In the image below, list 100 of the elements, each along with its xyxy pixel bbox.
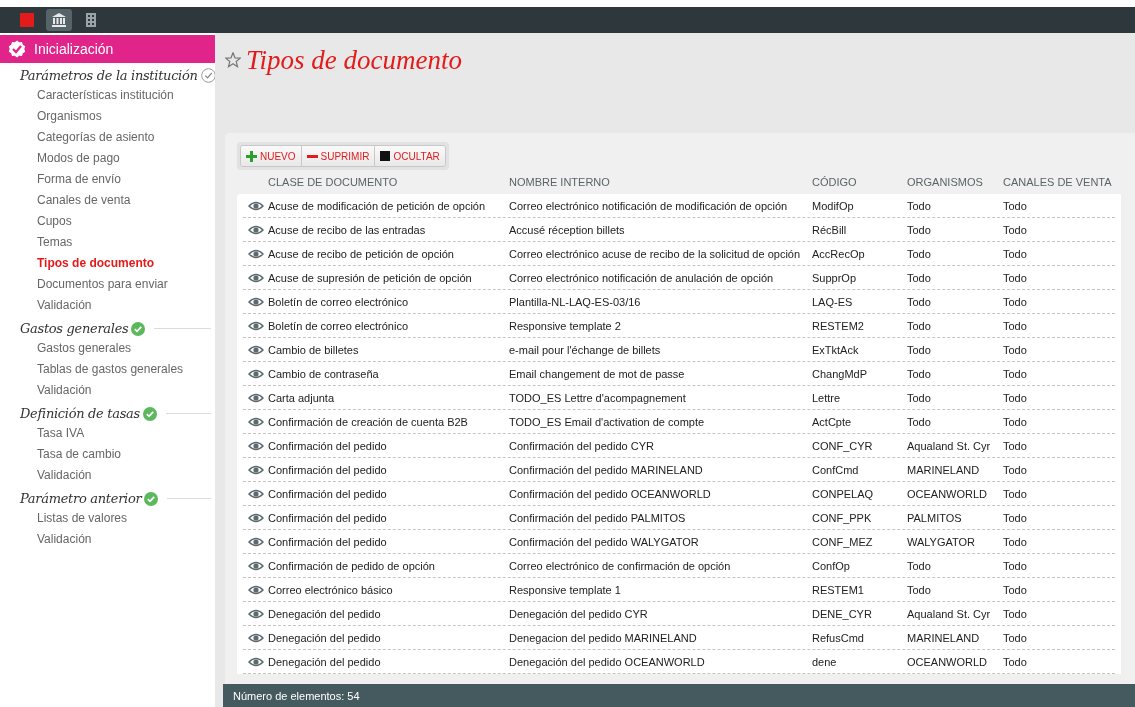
eye-icon[interactable] (248, 463, 264, 476)
eye-icon[interactable] (248, 223, 264, 236)
sidebar-item[interactable]: Documentos para enviar (0, 274, 215, 295)
table-cell-text: Todo (1003, 583, 1028, 596)
table-cell-text: Todo (907, 559, 932, 572)
sidebar-item[interactable]: Tasa IVA (0, 423, 215, 444)
eye-icon[interactable] (248, 415, 264, 428)
table-cell-text: Denegación del pedido (268, 631, 382, 644)
table-cell-text: Todo (907, 367, 932, 380)
table-cell-text: MARINELAND (907, 463, 981, 476)
sidebar-item[interactable]: Validación (0, 529, 215, 550)
table-cell-text: Denegación del pedido CYR (509, 607, 649, 620)
hide-button[interactable]: OCULTAR (375, 146, 445, 166)
eye-icon[interactable] (248, 655, 264, 668)
eye-icon[interactable] (248, 511, 264, 524)
table-cell-text: Acuse de recibo de petición de opción (268, 247, 455, 260)
eye-icon[interactable] (248, 535, 264, 548)
table-cell-text: Confirmación del pedido PALMITOS (509, 511, 687, 524)
table-cell-text: Todo (907, 223, 932, 236)
eye-icon[interactable] (248, 271, 264, 284)
sidebar-item[interactable]: Gastos generales (0, 338, 215, 359)
sidebar-item[interactable]: Validación (0, 380, 215, 401)
eye-icon[interactable] (248, 295, 264, 308)
sidebar-item[interactable]: Modos de pago (0, 148, 215, 169)
column-header[interactable]: NOMBRE INTERNO (509, 176, 812, 188)
eye-icon[interactable] (248, 487, 264, 500)
table-cell-text: Todo (1003, 319, 1028, 332)
sidebar-item[interactable]: Características institución (0, 85, 215, 106)
table-cell-text: ConfOp (812, 559, 851, 572)
table-cell-text: CONPELAQ (812, 487, 875, 500)
eye-icon[interactable] (248, 367, 264, 380)
table-cell-text: ActCpte (812, 415, 853, 428)
table-cell-text: e-mail pour l'échange de billets (509, 343, 662, 356)
sidebar-item[interactable]: Organismos (0, 106, 215, 127)
table-cell-text: Acuse de modificación de petición de opción (268, 199, 487, 212)
table-cell-text: Todo (1003, 655, 1028, 668)
table-cell-text: Todo (907, 319, 932, 332)
table-cell-text: PALMITOS (907, 511, 963, 524)
eye-icon[interactable] (248, 439, 264, 452)
eye-icon[interactable] (248, 247, 264, 260)
table-cell-text: Email changement de mot de passe (509, 367, 686, 380)
delete-button[interactable]: SUPRIMIR (301, 146, 376, 166)
sidebar-item[interactable]: Tasa de cambio (0, 444, 215, 465)
sidebar-item[interactable]: Cupos (0, 211, 215, 232)
sidebar-item[interactable]: Forma de envío (0, 169, 215, 190)
sidebar-item[interactable]: Tablas de gastos generales (0, 359, 215, 380)
table-cell-text: RefusCmd (812, 631, 865, 644)
table-cell-text: RESTEM1 (812, 583, 865, 596)
table-cell-text: Todo (907, 391, 932, 404)
eye-icon[interactable] (248, 583, 264, 596)
sidebar-item[interactable]: Tipos de documento (0, 253, 215, 274)
sidebar-item[interactable]: Listas de valores (0, 508, 215, 529)
table-cell-text: Aqualand St. Cyr (907, 607, 992, 620)
table-cell-text: Todo (1003, 439, 1028, 452)
table-cell-text: ConfCmd (812, 463, 860, 476)
table-cell-text: Todo (907, 247, 932, 260)
section-heading: Parámetros de la institución (20, 68, 198, 83)
table-cell-text: Confirmación de creación de cuenta B2B (268, 415, 469, 428)
eye-icon[interactable] (248, 199, 264, 212)
table-cell-text: Todo (907, 199, 932, 212)
eye-icon[interactable] (248, 559, 264, 572)
column-header[interactable]: CANALES DE VENTA (1003, 176, 1123, 188)
sidebar-item[interactable]: Categorías de asiento (0, 127, 215, 148)
table-cell-text: CONF_CYR (812, 439, 874, 452)
eye-icon[interactable] (248, 319, 264, 332)
column-header[interactable]: ORGANISMOS (907, 176, 1003, 188)
table-cell-text: Todo (1003, 223, 1028, 236)
sidebar-item[interactable]: Temas (0, 232, 215, 253)
table-cell-text: LAQ-ES (812, 295, 854, 308)
sidebar-item[interactable]: Validación (0, 465, 215, 486)
eye-icon[interactable] (248, 391, 264, 404)
star-icon[interactable] (225, 52, 241, 68)
table-cell-text: Cambio de billetes (268, 343, 360, 356)
init-header[interactable]: Inicialización (0, 35, 215, 63)
table-cell-text: Todo (1003, 631, 1028, 644)
column-header[interactable]: CLASE DE DOCUMENTO (268, 176, 509, 188)
table-cell-text: Responsive template 2 (509, 319, 622, 332)
institution-button[interactable] (46, 9, 72, 31)
new-button[interactable]: NUEVO (241, 146, 302, 166)
table-cell-text: Confirmación del pedido OCEANWORLD (509, 487, 712, 500)
sidebar-item[interactable]: Canales de venta (0, 190, 215, 211)
eye-icon[interactable] (248, 343, 264, 356)
sidebar-item[interactable]: Validación (0, 295, 215, 316)
table-cell-text: Aqualand St. Cyr (907, 439, 992, 452)
table-cell-text: Acuse de recibo de las entradas (268, 223, 427, 236)
eye-icon[interactable] (248, 607, 264, 620)
table-cell-text: CONF_PPK (812, 511, 873, 524)
table-cell-text: Todo (1003, 271, 1028, 284)
badge-check-icon (8, 40, 26, 58)
section-heading: Gastos generales (20, 321, 129, 336)
column-header[interactable]: CÓDIGO (812, 176, 907, 188)
bank-icon (52, 13, 66, 27)
eye-icon[interactable] (248, 631, 264, 644)
table-cell-text: Correo electrónico de confirmación de opción (509, 559, 732, 572)
table-cell-text: Correo electrónico acuse de recibo de la solicitud de opción (509, 247, 802, 260)
table-cell-text: Denegación del pedido (268, 655, 382, 668)
table-cell-text: Denegación del pedido OCEANWORLD (509, 655, 706, 668)
table-cell-text: Todo (1003, 391, 1028, 404)
table-cell-text: MARINELAND (907, 631, 981, 644)
table-cell-text: Confirmación del pedido (268, 511, 388, 524)
